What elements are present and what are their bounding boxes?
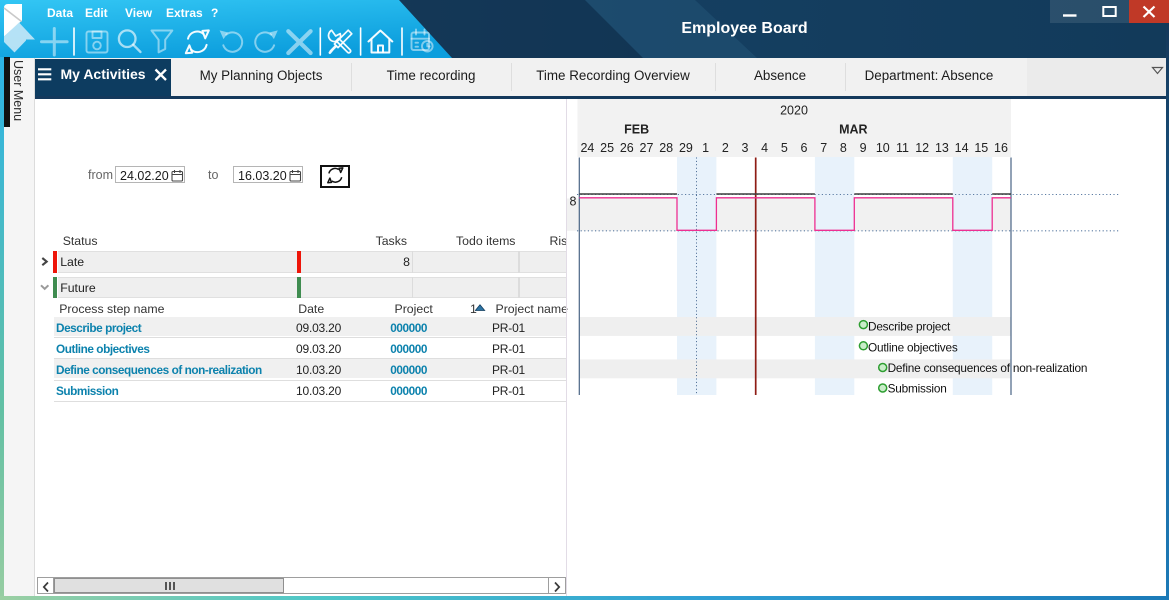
svg-text:15: 15 [974,141,988,155]
svg-text:FEB: FEB [624,123,649,137]
svg-text:MAR: MAR [839,123,867,137]
svg-text:27: 27 [640,141,654,155]
svg-text:Outline objectives: Outline objectives [868,340,958,354]
svg-text:9: 9 [860,141,867,155]
svg-text:8: 8 [570,195,577,209]
svg-text:16: 16 [994,141,1008,155]
svg-text:1: 1 [702,141,709,155]
svg-text:2: 2 [722,141,729,155]
svg-text:Describe project: Describe project [868,319,951,333]
svg-text:24: 24 [580,141,594,155]
svg-text:12: 12 [915,141,929,155]
svg-text:14: 14 [955,141,969,155]
svg-text:5: 5 [781,141,788,155]
svg-text:7: 7 [820,141,827,155]
svg-text:13: 13 [935,141,949,155]
svg-text:3: 3 [742,141,749,155]
svg-text:10: 10 [876,141,890,155]
svg-text:8: 8 [840,141,847,155]
svg-text:26: 26 [620,141,634,155]
svg-text:4: 4 [761,141,768,155]
svg-text:29: 29 [679,141,693,155]
svg-text:11: 11 [896,141,909,155]
svg-text:6: 6 [801,141,808,155]
svg-text:Submission: Submission [888,381,947,395]
svg-text:2020: 2020 [780,104,808,118]
svg-text:25: 25 [600,141,614,155]
svg-text:Define consequences of non-rea: Define consequences of non-realization [888,361,1088,375]
svg-text:28: 28 [659,141,673,155]
